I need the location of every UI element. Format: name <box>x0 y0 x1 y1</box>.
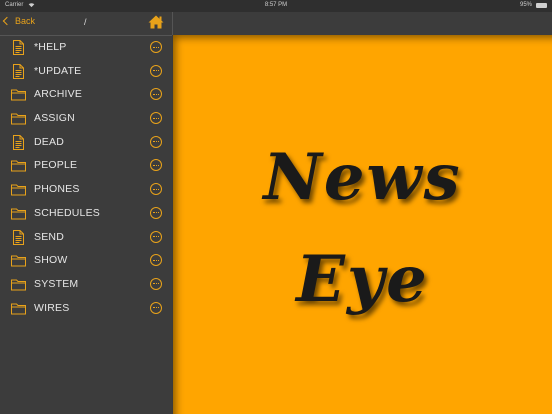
clock: 8:57 PM <box>264 2 288 8</box>
more-options-icon[interactable] <box>150 206 162 219</box>
item-label: SHOW <box>34 254 68 267</box>
chevron-left-icon <box>2 16 12 26</box>
more-options-icon[interactable] <box>150 159 162 172</box>
more-options-icon[interactable] <box>150 183 162 196</box>
folder-icon <box>11 182 26 197</box>
list-item[interactable]: DEAD <box>0 131 172 155</box>
more-options-icon[interactable] <box>150 41 162 53</box>
list-item[interactable]: WIRES <box>0 297 172 321</box>
document-icon <box>11 134 26 150</box>
current-path: / <box>84 17 87 27</box>
status-bar: Carrier 8:57 PM 95% <box>0 0 552 12</box>
battery-icon <box>536 3 547 8</box>
item-label: SEND <box>34 230 64 243</box>
file-browser-sidebar: Back / *HELP *UPDATE ARCHIVE ASSIGN DEAD PEOP… <box>0 12 172 414</box>
more-options-icon[interactable] <box>150 230 162 243</box>
item-label: DEAD <box>34 135 64 148</box>
document-icon <box>11 229 26 245</box>
home-icon[interactable] <box>148 15 164 29</box>
pane-divider <box>172 12 173 35</box>
item-label: WIRES <box>34 301 70 314</box>
list-item[interactable]: ASSIGN <box>0 107 172 131</box>
folder-icon <box>11 111 26 126</box>
item-label: SCHEDULES <box>34 206 100 219</box>
more-options-icon[interactable] <box>150 88 162 101</box>
list-item[interactable]: PEOPLE <box>0 154 172 178</box>
document-icon <box>11 63 26 79</box>
item-label: *UPDATE <box>34 64 82 77</box>
logo-line-1: News <box>263 140 462 215</box>
item-label: *HELP <box>34 41 67 53</box>
back-label: Back <box>15 16 36 26</box>
document-icon <box>11 40 26 55</box>
navigation-bar: Back / <box>0 12 172 36</box>
list-item[interactable]: SHOW <box>0 249 172 273</box>
list-item[interactable]: *HELP <box>0 36 172 60</box>
back-button[interactable]: Back <box>2 16 36 26</box>
item-label: SYSTEM <box>34 277 79 290</box>
file-list: *HELP *UPDATE ARCHIVE ASSIGN DEAD PEOPLE PHONE… <box>0 36 172 320</box>
folder-icon <box>11 87 26 102</box>
item-label: PEOPLE <box>34 159 78 172</box>
item-label: ARCHIVE <box>34 88 83 101</box>
list-item[interactable]: PHONES <box>0 178 172 202</box>
list-item[interactable]: *UPDATE <box>0 60 172 84</box>
list-item[interactable]: SYSTEM <box>0 273 172 297</box>
more-options-icon[interactable] <box>150 112 162 125</box>
logo-line-2: Eye <box>296 242 429 317</box>
folder-icon <box>11 301 26 316</box>
battery-percentage: 95% <box>519 2 532 8</box>
list-item[interactable]: SCHEDULES <box>0 202 172 226</box>
list-item[interactable]: SEND <box>0 226 172 250</box>
folder-icon <box>11 277 26 292</box>
folder-icon <box>11 158 26 173</box>
more-options-icon[interactable] <box>150 301 162 314</box>
folder-icon <box>11 206 26 221</box>
more-options-icon[interactable] <box>150 135 162 148</box>
detail-pane: News Eye <box>173 35 552 414</box>
more-options-icon[interactable] <box>150 277 162 290</box>
item-label: ASSIGN <box>34 112 75 125</box>
more-options-icon[interactable] <box>150 64 162 77</box>
more-options-icon[interactable] <box>150 254 162 267</box>
detail-nav-bar <box>173 12 552 35</box>
list-item[interactable]: ARCHIVE <box>0 83 172 107</box>
folder-icon <box>11 253 26 268</box>
item-label: PHONES <box>34 183 80 196</box>
